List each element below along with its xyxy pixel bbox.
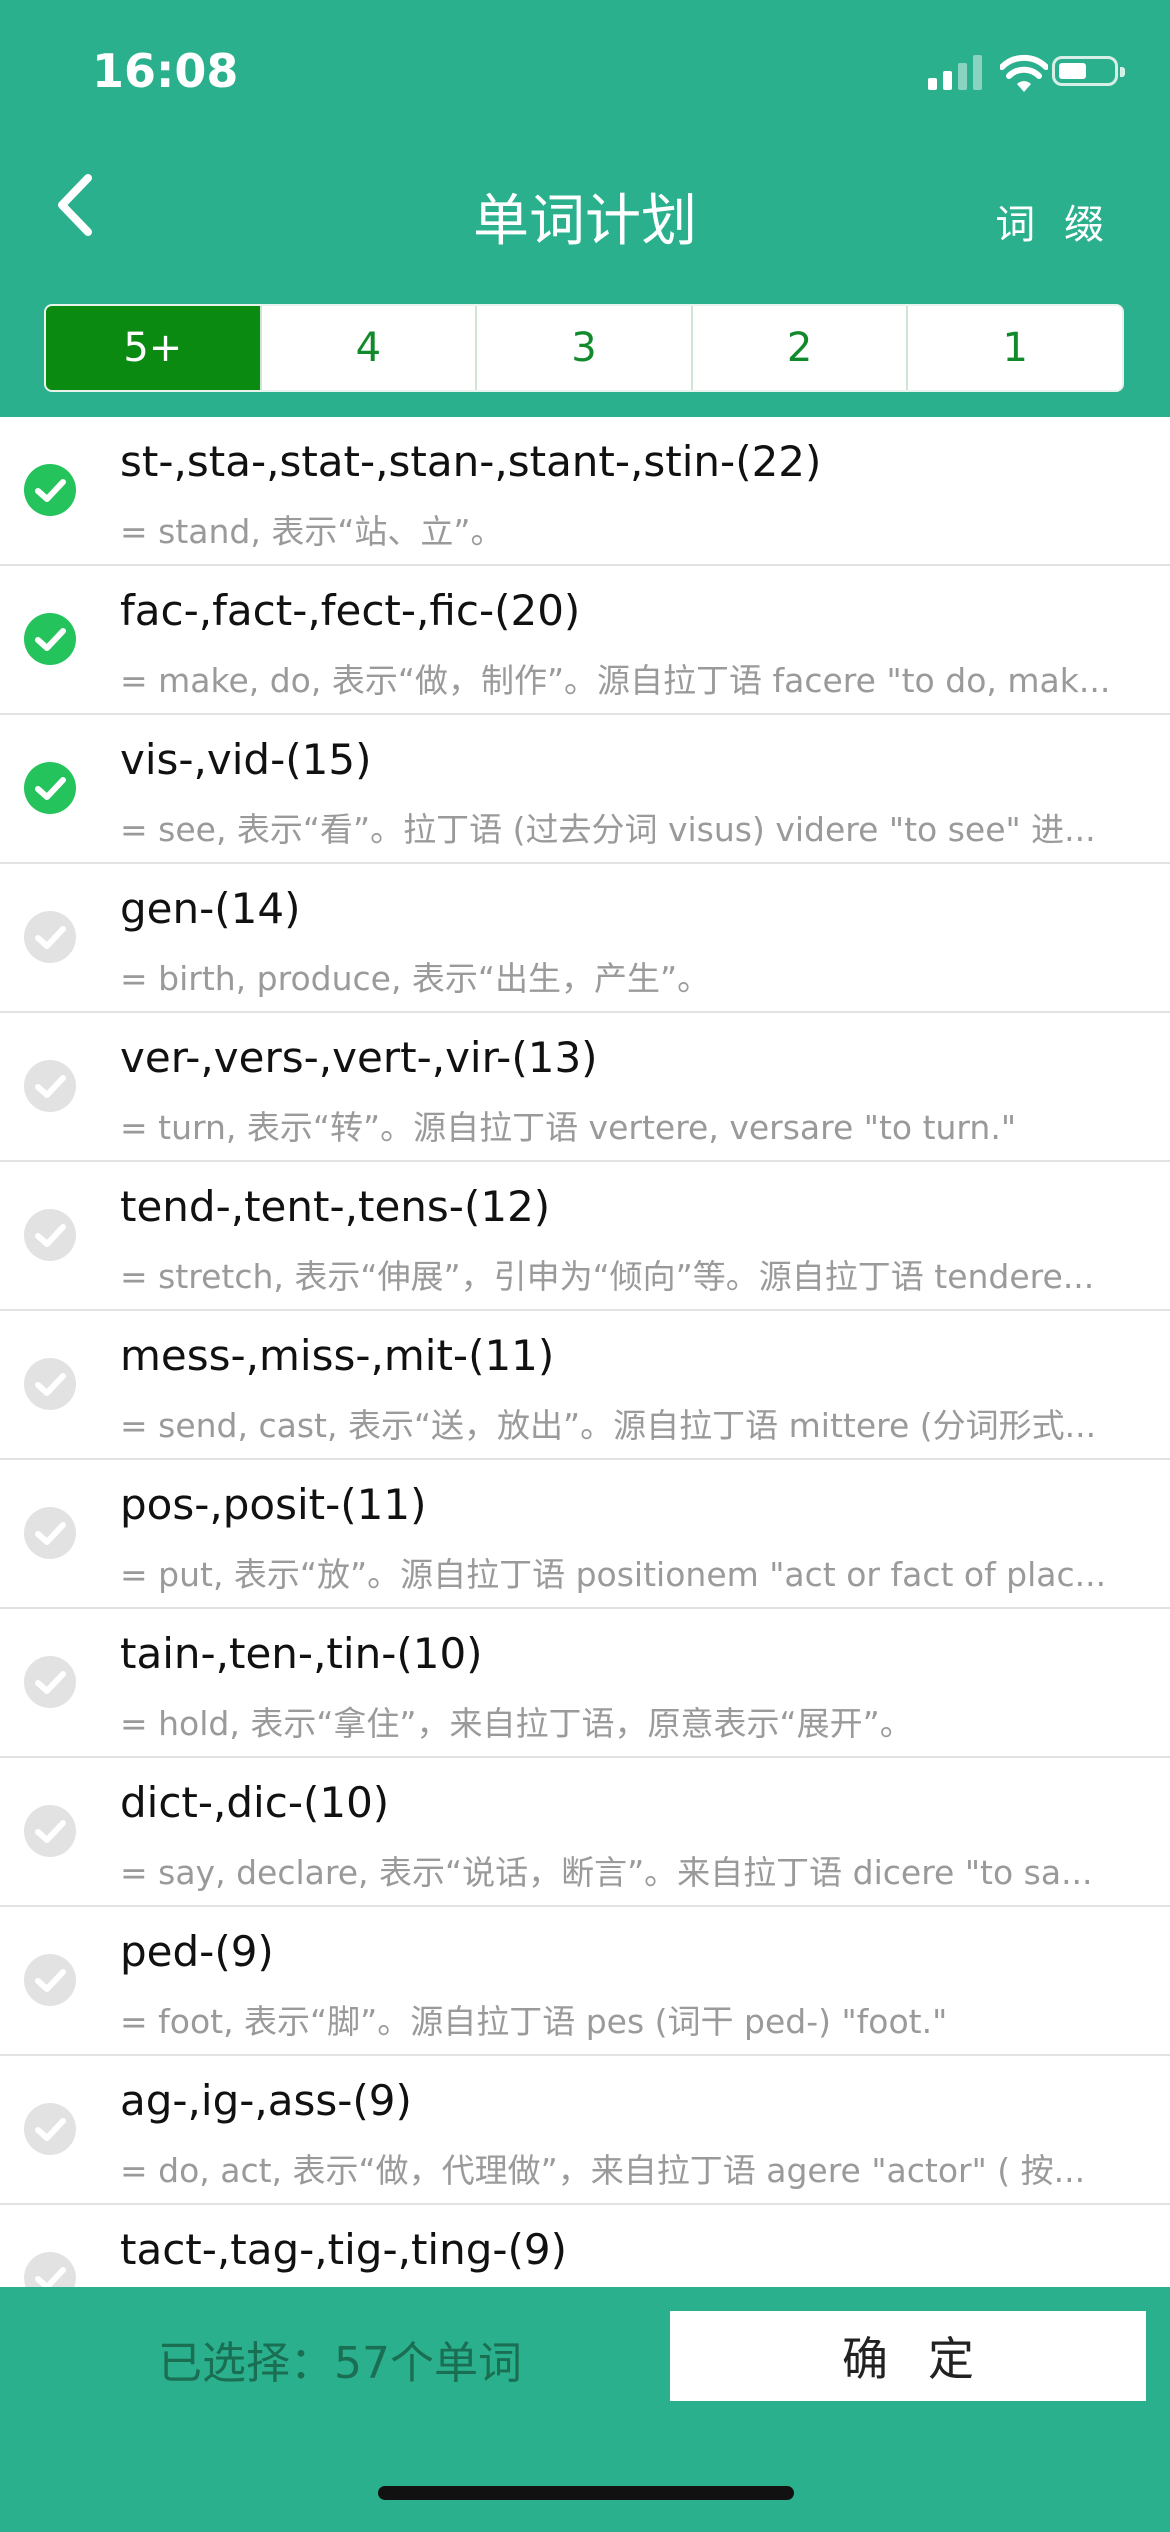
root-title: fac-,fact-,fect-,fic-(20) [120,586,581,635]
root-description: = stand, 表示“站、立”。 [120,512,504,551]
root-description: = stretch, 表示“伸展”，引申为“倾向”等。源自拉丁语 tendere… [120,1257,1095,1296]
root-title: ped-(9) [120,1927,274,1976]
list-item[interactable]: tain-,ten-,tin-(10) = hold, 表示“拿住”，来自拉丁语，… [0,1609,1170,1758]
root-title: vis-,vid-(15) [120,735,372,784]
list-item[interactable]: ver-,vers-,vert-,vir-(13) = turn, 表示“转”。源… [0,1013,1170,1162]
root-list: st-,sta-,stat-,stan-,stant-,stin-(22) = s… [0,417,1170,2287]
root-title: pos-,posit-(11) [120,1480,427,1529]
root-description: = make, do, 表示“做，制作”。源自拉丁语 facere "to do… [120,661,1111,700]
checked-icon[interactable] [24,464,76,516]
unchecked-icon[interactable] [24,1358,76,1410]
list-item[interactable]: gen-(14) = birth, produce, 表示“出生，产生”。 [0,864,1170,1013]
list-item[interactable]: tend-,tent-,tens-(12) = stretch, 表示“伸展”，引… [0,1162,1170,1311]
unchecked-icon[interactable] [24,1656,76,1708]
list-item[interactable]: st-,sta-,stat-,stan-,stant-,stin-(22) = s… [0,417,1170,566]
list-item[interactable]: ag-,ig-,ass-(9) = do, act, 表示“做，代理做”，来自拉丁… [0,2056,1170,2205]
tab-level-0[interactable]: 5+ [46,306,260,390]
root-description: = birth, produce, 表示“出生，产生”。 [120,959,711,998]
unchecked-icon[interactable] [24,1060,76,1112]
selected-count: 已选择：57个单词 [158,2338,522,2389]
root-description: = do, act, 表示“做，代理做”，来自拉丁语 agere "actor"… [120,2151,1086,2190]
home-indicator [378,2486,794,2500]
checked-icon[interactable] [24,613,76,665]
status-icons [928,52,1125,96]
root-title: ver-,vers-,vert-,vir-(13) [120,1033,598,1082]
tab-level-2[interactable]: 3 [475,306,691,390]
confirm-button[interactable]: 确定 [670,2311,1146,2401]
root-title: ag-,ig-,ass-(9) [120,2076,412,2125]
unchecked-icon[interactable] [24,1805,76,1857]
level-tabs: 5+ 4 3 2 1 [44,304,1124,392]
list-item[interactable]: ped-(9) = foot, 表示“脚”。源自拉丁语 pes (词干 ped-)… [0,1907,1170,2056]
root-title: gen-(14) [120,884,301,933]
header: 16:08 单词计划 词 缀 5+ 4 3 2 1 [0,0,1170,417]
root-title: dict-,dic-(10) [120,1778,390,1827]
affix-button[interactable]: 词 缀 [995,192,1112,250]
unchecked-icon[interactable] [24,1954,76,2006]
list-item[interactable]: tact-,tag-,tig-,ting-(9) [0,2205,1170,2287]
root-description: = foot, 表示“脚”。源自拉丁语 pes (词干 ped-) "foot.… [120,2002,948,2041]
root-description: = send, cast, 表示“送，放出”。源自拉丁语 mittere (分词… [120,1406,1097,1445]
tab-level-3[interactable]: 2 [690,306,907,390]
root-title: tend-,tent-,tens-(12) [120,1182,551,1231]
unchecked-icon[interactable] [24,2252,76,2287]
list-item[interactable]: fac-,fact-,fect-,fic-(20) = make, do, 表示“… [0,566,1170,715]
wifi-icon [1000,54,1048,92]
root-description: = say, declare, 表示“说话，断言”。来自拉丁语 dicere "… [120,1853,1093,1892]
root-description: = put, 表示“放”。源自拉丁语 positionem "act or fa… [120,1555,1107,1594]
root-title: tact-,tag-,tig-,ting-(9) [120,2225,568,2274]
root-title: st-,sta-,stat-,stan-,stant-,stin-(22) [120,437,822,486]
signal-icon [928,54,988,90]
root-title: tain-,ten-,tin-(10) [120,1629,483,1678]
list-item[interactable]: dict-,dic-(10) = say, declare, 表示“说话，断言”。… [0,1758,1170,1907]
root-title: mess-,miss-,mit-(11) [120,1331,555,1380]
unchecked-icon[interactable] [24,2103,76,2155]
tab-level-1[interactable]: 4 [259,306,476,390]
unchecked-icon[interactable] [24,911,76,963]
list-item[interactable]: pos-,posit-(11) = put, 表示“放”。源自拉丁语 positi… [0,1460,1170,1609]
root-description: = see, 表示“看”。拉丁语 (过去分词 visus) videre "to… [120,810,1096,849]
root-description: = turn, 表示“转”。源自拉丁语 vertere, versare "to… [120,1108,1016,1147]
unchecked-icon[interactable] [24,1507,76,1559]
unchecked-icon[interactable] [24,1209,76,1261]
checked-icon[interactable] [24,762,76,814]
battery-icon [1052,56,1125,86]
list-item[interactable]: mess-,miss-,mit-(11) = send, cast, 表示“送，放… [0,1311,1170,1460]
tab-level-4[interactable]: 1 [906,306,1122,390]
list-item[interactable]: vis-,vid-(15) = see, 表示“看”。拉丁语 (过去分词 visu… [0,715,1170,864]
status-time: 16:08 [92,44,239,98]
root-description: = hold, 表示“拿住”，来自拉丁语，原意表示“展开”。 [120,1704,913,1743]
